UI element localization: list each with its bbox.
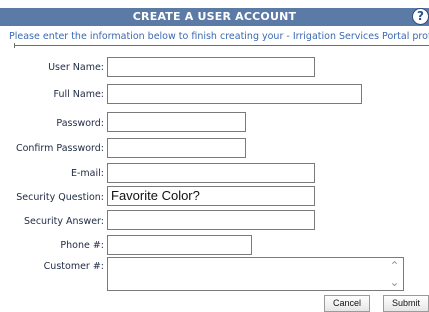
- submit-button[interactable]: Submit: [383, 295, 429, 312]
- email-input[interactable]: [107, 163, 315, 183]
- customer-textarea[interactable]: ⌃ ⌄: [107, 257, 404, 291]
- phone-input[interactable]: [107, 235, 252, 255]
- phone-label: Phone #:: [60, 240, 104, 251]
- security-answer-label: Security Answer:: [23, 216, 104, 227]
- password-input[interactable]: [107, 112, 246, 132]
- divider: [14, 45, 429, 46]
- password-label: Password:: [56, 118, 104, 129]
- confirm-password-input[interactable]: [107, 138, 246, 158]
- instructions-text: Please enter the information below to fi…: [9, 31, 429, 42]
- scroll-up-icon[interactable]: ⌃: [389, 258, 399, 274]
- full-name-input[interactable]: [107, 84, 362, 104]
- scroll-down-icon[interactable]: ⌄: [389, 274, 399, 290]
- user-name-label: User Name:: [48, 62, 104, 73]
- help-icon[interactable]: ?: [412, 8, 429, 25]
- textarea-scrollbar[interactable]: ⌃ ⌄: [386, 258, 403, 290]
- user-name-input[interactable]: [107, 57, 315, 77]
- confirm-password-label: Confirm Password:: [15, 143, 104, 154]
- full-name-label: Full Name:: [53, 89, 105, 100]
- security-question-input[interactable]: Favorite Color?: [107, 186, 315, 206]
- dialog-title: CREATE A USER ACCOUNT: [132, 10, 297, 23]
- email-label: E-mail:: [71, 168, 104, 179]
- security-question-label: Security Question:: [16, 192, 104, 203]
- cancel-button[interactable]: Cancel: [324, 295, 370, 312]
- security-answer-input[interactable]: [107, 210, 315, 230]
- divider-tick: [14, 43, 15, 48]
- customer-label: Customer #:: [43, 261, 104, 272]
- dialog-header: CREATE A USER ACCOUNT ?: [0, 8, 429, 26]
